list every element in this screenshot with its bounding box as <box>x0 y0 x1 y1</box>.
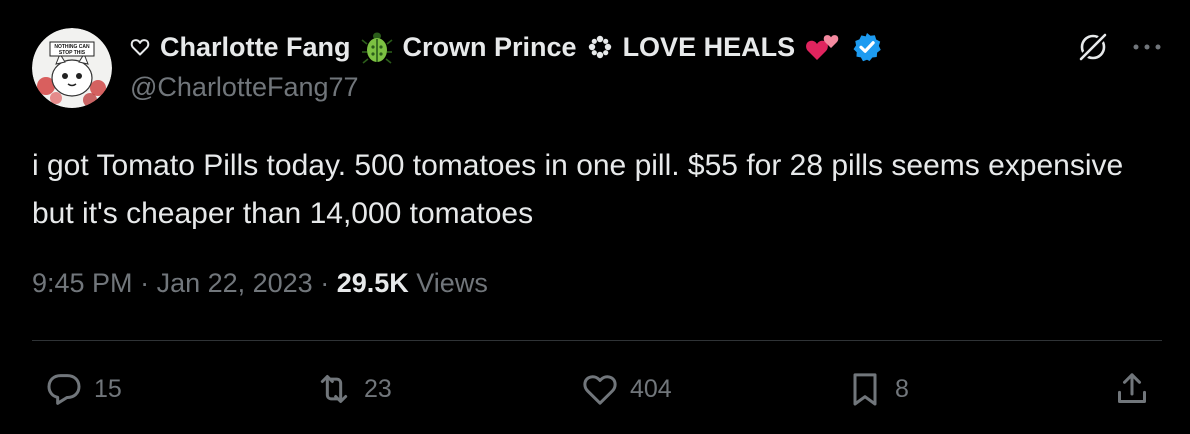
reply-icon <box>44 369 84 409</box>
reply-count: 15 <box>94 374 122 403</box>
author-handle[interactable]: @CharlotteFang77 <box>130 72 359 103</box>
display-name-row[interactable]: Charlotte Fang Crown Prince LOVE HEALS <box>130 30 883 64</box>
like-count: 404 <box>630 374 672 403</box>
share-icon <box>1112 369 1152 409</box>
divider <box>32 340 1162 341</box>
avatar-text-bottom: STOP THIS <box>59 50 86 56</box>
flower-icon <box>587 34 613 60</box>
tweet-date[interactable]: Jan 22, 2023 <box>157 268 313 298</box>
tweet-meta: 9:45 PM · Jan 22, 2023 · 29.5K Views <box>32 268 488 299</box>
display-name-part-2[interactable]: Crown Prince <box>403 32 577 63</box>
avatar-image: NOTHING CAN STOP THIS <box>32 28 112 108</box>
top-actions <box>1076 30 1162 64</box>
repost-count: 23 <box>364 374 392 403</box>
bookmark-button[interactable]: 8 <box>845 366 909 412</box>
bookmark-count: 8 <box>895 374 909 403</box>
display-name-part-1[interactable]: Charlotte Fang <box>160 32 351 63</box>
sparkling-hearts-icon <box>805 32 841 62</box>
heart-outline-icon <box>130 37 150 57</box>
repost-button[interactable]: 23 <box>314 366 392 412</box>
more-icon[interactable] <box>1132 42 1162 52</box>
views-count: 29.5K <box>336 268 409 298</box>
meta-separator: · <box>312 268 337 298</box>
tweet-time[interactable]: 9:45 PM <box>32 268 133 298</box>
display-name-part-3[interactable]: LOVE HEALS <box>623 32 796 63</box>
like-icon <box>580 369 620 409</box>
repost-icon <box>314 369 354 409</box>
verified-badge-icon[interactable] <box>851 31 883 63</box>
share-button[interactable] <box>1112 366 1152 412</box>
meta-separator: · <box>132 268 157 298</box>
bookmark-icon <box>845 369 885 409</box>
grok-icon[interactable] <box>1076 30 1110 64</box>
tweet: NOTHING CAN STOP THIS Charlotte Fang Cro… <box>0 0 1190 434</box>
like-button[interactable]: 404 <box>580 366 672 412</box>
tweet-text: i got Tomato Pills today. 500 tomatoes i… <box>32 149 1124 230</box>
avatar[interactable]: NOTHING CAN STOP THIS <box>32 28 112 108</box>
views-label: Views <box>416 268 488 298</box>
beetle-icon <box>361 30 393 64</box>
reply-button[interactable]: 15 <box>44 366 122 412</box>
